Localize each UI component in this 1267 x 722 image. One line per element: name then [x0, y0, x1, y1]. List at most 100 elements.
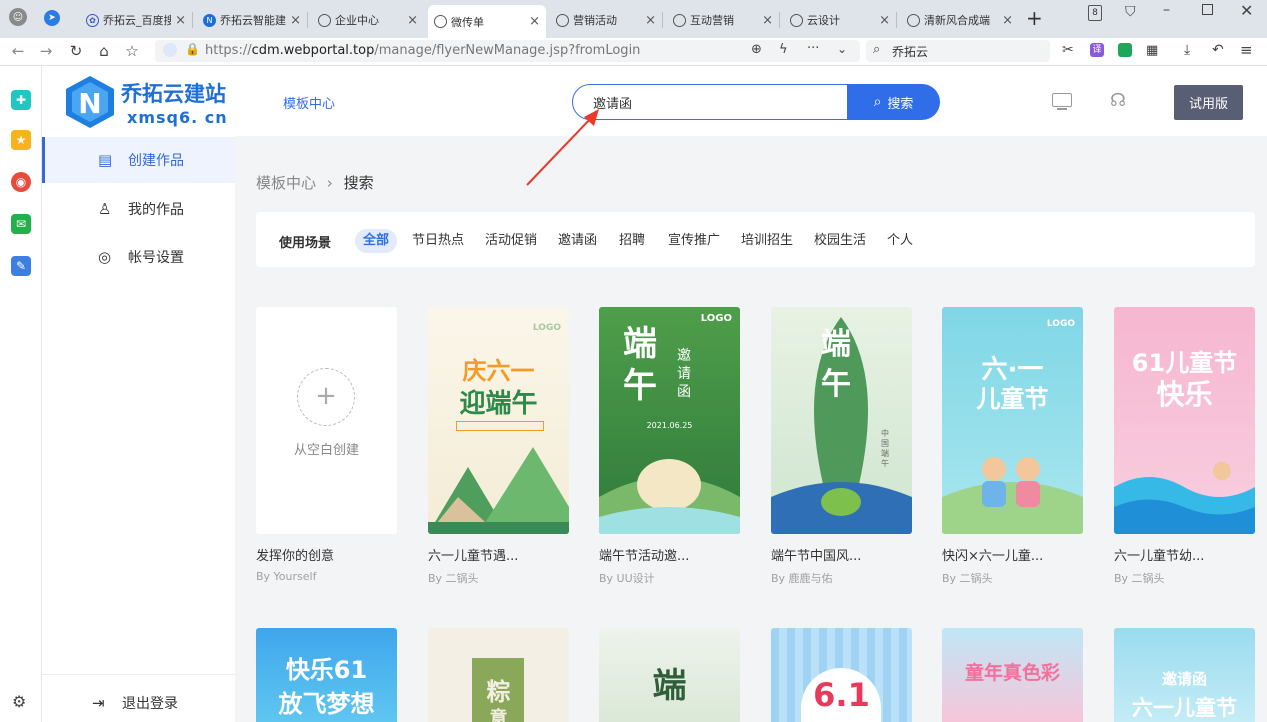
close-window-icon[interactable]: ✕: [1240, 1, 1253, 20]
filter-chip-all[interactable]: 全部: [355, 229, 398, 253]
minimize-icon[interactable]: –: [1163, 2, 1170, 18]
template-center-link[interactable]: 模板中心: [283, 93, 335, 112]
filter-chip-promotion[interactable]: 活动促销: [477, 229, 545, 253]
wechat-icon[interactable]: [1118, 43, 1132, 57]
tab-close-icon[interactable]: ×: [641, 13, 656, 28]
menu-icon[interactable]: ≡: [1240, 41, 1253, 59]
more-dots-icon[interactable]: ···: [807, 41, 819, 56]
baidu-paw-icon: ✿: [86, 13, 99, 27]
tab-close-icon[interactable]: ×: [525, 14, 540, 29]
tab-close-icon[interactable]: ×: [875, 13, 890, 28]
download-icon[interactable]: ⤓: [1184, 42, 1190, 58]
red-arrow-annotation: [526, 109, 599, 186]
favorites-star-icon[interactable]: ★: [11, 130, 31, 150]
template-card[interactable]: LOGO 端午 邀请函 2021.06.25: [599, 307, 740, 534]
blank-create-card[interactable]: + 从空白创建: [256, 307, 397, 534]
template-card[interactable]: 童年真色彩: [942, 628, 1083, 722]
browser-search-box[interactable]: ⌕ 乔拓云: [866, 40, 1050, 62]
browser-sidebar: ✚ ★ ◉ ✉ ✎ ⚙: [0, 66, 42, 722]
translate-icon[interactable]: 译: [1090, 43, 1104, 57]
apps-grid-icon[interactable]: ▦: [1146, 43, 1158, 58]
tab-fresh-style[interactable]: 清新风合成端 ×: [901, 6, 1019, 34]
tab-interactive[interactable]: 互动营销 ×: [667, 6, 779, 34]
tab-marketing[interactable]: 营销活动 ×: [550, 6, 662, 34]
tab-enterprise[interactable]: 企业中心 ×: [312, 6, 424, 34]
url-bar[interactable]: 🔒 https://cdm.webportal.top/manage/flyer…: [155, 40, 860, 62]
undo-icon[interactable]: ↶: [1212, 42, 1224, 58]
search-input[interactable]: [572, 84, 848, 120]
reload-icon[interactable]: ↻: [66, 42, 86, 60]
home-icon[interactable]: ⌂: [94, 42, 114, 60]
weibo-icon[interactable]: ◉: [11, 172, 31, 192]
template-card[interactable]: LOGO 庆六一 迎端午: [428, 307, 569, 534]
breadcrumb-parent[interactable]: 模板中心: [256, 174, 316, 192]
sidebar-item-create[interactable]: ▤ 创建作品: [42, 137, 235, 183]
chevron-down-icon[interactable]: ⌄: [837, 42, 847, 56]
sidebar-item-my-works[interactable]: ♙ 我的作品: [42, 186, 235, 232]
svg-text:N: N: [78, 87, 101, 120]
tab-close-icon[interactable]: ×: [286, 13, 301, 28]
template-card[interactable]: 快乐61 放飞梦想: [256, 628, 397, 722]
card-title: 快闪×六一儿童...: [942, 549, 1044, 564]
skin-shirt-icon[interactable]: ⛉: [1125, 4, 1136, 20]
logout-button[interactable]: ⇥ 退出登录: [42, 680, 235, 722]
lightning-icon[interactable]: ϟ: [779, 42, 788, 57]
template-card[interactable]: 粽 意: [428, 628, 569, 722]
filter-chip-training[interactable]: 培训招生: [733, 229, 801, 253]
filter-chip-holiday[interactable]: 节日热点: [404, 229, 472, 253]
tab-close-icon[interactable]: ×: [998, 13, 1013, 28]
tab-close-icon[interactable]: ×: [171, 13, 186, 28]
globe-icon: [318, 13, 331, 27]
create-doc-icon: ▤: [98, 151, 113, 169]
plus-app-icon[interactable]: ✚: [11, 90, 31, 110]
site-info-icon[interactable]: [163, 43, 177, 57]
headset-icon[interactable]: ☊: [1110, 90, 1126, 111]
template-card[interactable]: 61儿童节 快乐: [1114, 307, 1255, 534]
tab-close-icon[interactable]: ×: [758, 13, 773, 28]
tab-smart-site[interactable]: N 乔拓云智能建站 ×: [197, 6, 307, 34]
mail-icon[interactable]: ✉: [11, 214, 31, 234]
browser-avatar-icon[interactable]: ☺: [9, 8, 27, 26]
tab-cloud-design[interactable]: 云设计 ×: [784, 6, 896, 34]
card-author: By 二锅头: [1114, 572, 1165, 585]
filter-chip-publicity[interactable]: 宣传推广: [660, 229, 728, 253]
scissors-icon[interactable]: ✂: [1062, 42, 1074, 58]
search-button[interactable]: ⌕ 搜索: [847, 84, 940, 120]
forward-icon[interactable]: →: [36, 42, 56, 60]
brand-domain: xmsq6. cn: [127, 108, 228, 127]
search-icon: ⌕: [873, 42, 881, 57]
template-card[interactable]: LOGO 六·一 儿童节: [942, 307, 1083, 534]
card-title: 六一儿童节遇...: [428, 549, 519, 564]
back-icon[interactable]: ←: [8, 42, 28, 60]
telegram-icon[interactable]: ➤: [44, 10, 60, 26]
monitor-icon[interactable]: [1052, 93, 1072, 107]
site-logo-icon: N: [203, 13, 216, 27]
filter-chip-campus[interactable]: 校园生活: [806, 229, 874, 253]
template-card[interactable]: 端: [599, 628, 740, 722]
tab-flyer[interactable]: 微传单 ×: [428, 5, 546, 38]
card-author: By 二锅头: [428, 572, 479, 585]
breadcrumb-current: 搜索: [343, 174, 374, 192]
bookmark-star-icon[interactable]: ☆: [122, 42, 142, 60]
tab-baidu[interactable]: ✿ 乔拓云_百度搜 ×: [80, 6, 192, 34]
sidebar-item-account[interactable]: ◎ 帐号设置: [42, 234, 235, 280]
maximize-icon[interactable]: [1202, 4, 1213, 15]
browser-tab-bar: ☺ ➤ ✿ 乔拓云_百度搜 × N 乔拓云智能建站 × 企业中心 × 微传单 ×…: [0, 0, 1267, 38]
settings-gear-icon[interactable]: ⚙: [12, 692, 26, 711]
trial-version-button[interactable]: 试用版: [1174, 85, 1243, 120]
template-card[interactable]: 邀请函 六一儿童节: [1114, 628, 1255, 722]
filter-chip-recruit[interactable]: 招聘: [611, 229, 653, 253]
filter-chip-personal[interactable]: 个人: [879, 229, 921, 253]
globe-icon: [673, 13, 686, 27]
notes-icon[interactable]: ✎: [11, 256, 31, 276]
new-tab-button[interactable]: +: [1026, 6, 1043, 30]
plus-icon: +: [297, 368, 355, 426]
filter-chip-invitation[interactable]: 邀请函: [550, 229, 605, 253]
logout-icon: ⇥: [92, 694, 105, 712]
zoom-icon[interactable]: ⊕: [751, 42, 762, 57]
tab-count-badge[interactable]: 8: [1088, 5, 1102, 21]
template-card[interactable]: 6.1: [771, 628, 912, 722]
template-card[interactable]: 端午 中国端午: [771, 307, 912, 534]
tab-close-icon[interactable]: ×: [403, 13, 418, 28]
globe-icon: [556, 13, 569, 27]
